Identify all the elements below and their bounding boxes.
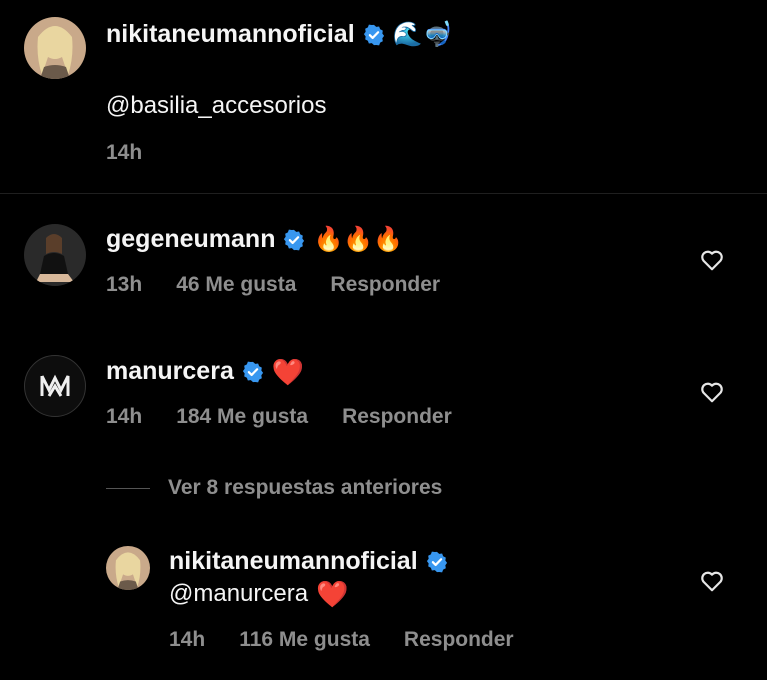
view-replies-label[interactable]: Ver 8 respuestas anteriores — [168, 476, 442, 500]
username-text[interactable]: gegeneumann — [106, 225, 275, 254]
comment-emoji: 🔥🔥🔥 — [313, 225, 404, 253]
reply-time: 14h — [169, 628, 206, 651]
red-heart-emoji: ❤️ — [271, 356, 305, 387]
reply-button[interactable]: Responder — [404, 628, 514, 652]
username-text[interactable]: nikitaneumannoficial — [106, 20, 355, 49]
like-heart-icon[interactable] — [699, 379, 725, 405]
likes-count[interactable]: 184 Me gusta — [176, 405, 308, 429]
comment-time: 14h — [106, 405, 143, 428]
comment-username[interactable]: manurcera ❤️ — [106, 357, 304, 386]
avatar[interactable] — [24, 17, 86, 79]
caption-username[interactable]: nikitaneumannoficial 🌊🤿 — [106, 20, 452, 49]
reply-text: @manurcera ❤️ — [169, 580, 348, 608]
like-heart-icon[interactable] — [699, 247, 725, 273]
reply-button[interactable]: Responder — [342, 405, 452, 429]
verified-badge-icon — [242, 361, 263, 382]
like-heart-icon[interactable] — [699, 568, 725, 594]
avatar[interactable] — [106, 546, 150, 590]
verified-badge-icon — [284, 229, 305, 250]
username-text[interactable]: manurcera — [106, 357, 234, 386]
verified-badge-icon — [363, 24, 384, 45]
caption-emoji: 🌊🤿 — [392, 20, 453, 48]
likes-count[interactable]: 46 Me gusta — [176, 273, 296, 297]
caption-meta: 14h — [106, 141, 176, 165]
comment-meta: 13h 46 Me gusta Responder — [106, 273, 474, 297]
reply-button[interactable]: Responder — [330, 273, 440, 297]
divider-line — [106, 487, 150, 489]
reply-mention[interactable]: @manurcera — [169, 580, 308, 608]
reply-meta: 14h 116 Me gusta Responder — [169, 628, 548, 652]
avatar[interactable] — [24, 224, 86, 286]
comment-username[interactable]: gegeneumann 🔥🔥🔥 — [106, 225, 403, 254]
comment-meta: 14h 184 Me gusta Responder — [106, 405, 486, 429]
avatar[interactable] — [24, 355, 86, 417]
caption-time: 14h — [106, 141, 143, 164]
red-heart-emoji: ❤️ — [316, 579, 349, 609]
divider — [0, 193, 767, 194]
reply-username[interactable]: nikitaneumannoficial — [169, 547, 448, 576]
username-text[interactable]: nikitaneumannoficial — [169, 547, 418, 576]
manurcera-logo-icon — [40, 374, 70, 397]
view-replies-button[interactable]: Ver 8 respuestas anteriores — [106, 476, 442, 500]
comment-time: 13h — [106, 273, 143, 296]
likes-count[interactable]: 116 Me gusta — [239, 628, 370, 652]
caption-text[interactable]: @basilia_accesorios — [106, 92, 326, 120]
verified-badge-icon — [426, 551, 447, 572]
